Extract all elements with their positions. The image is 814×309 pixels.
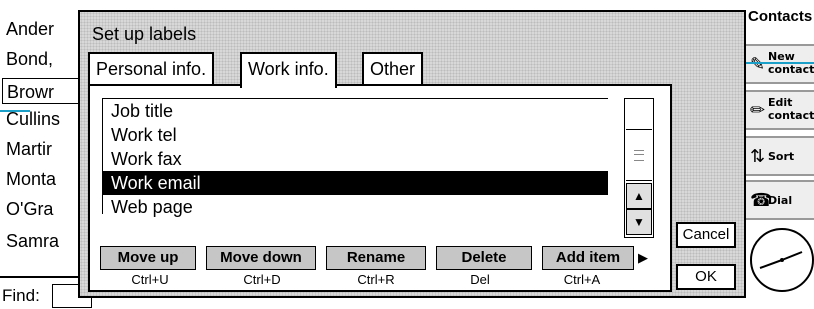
ok-button[interactable]: OK — [676, 264, 736, 290]
app-title: Contacts — [748, 8, 813, 25]
dial-button[interactable]: ☎ Dial — [744, 180, 814, 220]
edit-contact-button[interactable]: ✏ Edit contact — [744, 90, 814, 130]
shortcut-delete: Del — [470, 272, 490, 287]
shortcut-move-down: Ctrl+D — [243, 272, 281, 287]
scroll-down-arrow-icon[interactable]: ▼ — [626, 209, 652, 235]
new-contact-button[interactable]: ✎ New contact — [744, 44, 814, 84]
tab-work-info[interactable]: Work info. — [240, 52, 337, 88]
sort-icon: ⇅ — [750, 146, 766, 166]
list-item[interactable]: Work tel — [103, 123, 608, 147]
edit-pen-icon: ✏ — [750, 100, 766, 120]
clock-hands-icon — [759, 251, 803, 269]
list-item[interactable]: Web page — [103, 195, 608, 219]
scroll-up-arrow-icon[interactable]: ▲ — [626, 183, 652, 209]
tab-other[interactable]: Other — [362, 52, 424, 86]
list-item-selected[interactable]: Work email — [103, 171, 608, 195]
list-scrollbar[interactable]: ▲ ▼ — [624, 98, 654, 238]
shortcut-rename: Ctrl+R — [357, 272, 395, 287]
shortcut-add-item: Ctrl+A — [563, 272, 601, 287]
pointer-line-left — [0, 110, 30, 112]
tab-panel: Job title Work tel Work fax Work email W… — [88, 84, 672, 292]
list-item[interactable]: Job title — [103, 99, 608, 123]
command-toolbar: Contacts ✎ New contact ✏ Edit contact ⇅ So… — [744, 0, 814, 309]
edit-contact-line1: Edit — [768, 96, 793, 109]
clock-icon[interactable] — [750, 228, 814, 292]
sort-button[interactable]: ⇅ Sort — [744, 136, 814, 176]
labels-list[interactable]: Job title Work tel Work fax Work email W… — [102, 98, 608, 217]
delete-button[interactable]: Delete — [436, 246, 532, 270]
list-item[interactable]: Work fax — [103, 147, 608, 171]
edit-contact-line2: contact — [768, 109, 814, 122]
dial-label: Dial — [768, 194, 793, 207]
rename-button[interactable]: Rename — [326, 246, 426, 270]
shortcut-move-up: Ctrl+U — [131, 272, 169, 287]
more-commands-arrow-icon[interactable]: ▶ — [638, 250, 648, 266]
scroll-thumb[interactable] — [626, 129, 652, 181]
move-up-button[interactable]: Move up — [100, 246, 196, 270]
new-contact-line2: contact — [768, 63, 814, 76]
find-label: Find: — [2, 286, 40, 305]
move-down-button[interactable]: Move down — [206, 246, 316, 270]
command-bar: Move up Move down Rename Delete Add item… — [100, 246, 660, 270]
new-card-icon: ✎ — [750, 54, 766, 74]
tab-personal-info[interactable]: Personal info. — [88, 52, 215, 86]
sort-label: Sort — [768, 150, 795, 163]
dialog-title: Set up labels — [92, 24, 197, 44]
add-item-button[interactable]: Add item — [542, 246, 634, 270]
set-up-labels-dialog: Set up labels Personal info. Work info. … — [78, 10, 746, 298]
cancel-button[interactable]: Cancel — [676, 222, 736, 248]
